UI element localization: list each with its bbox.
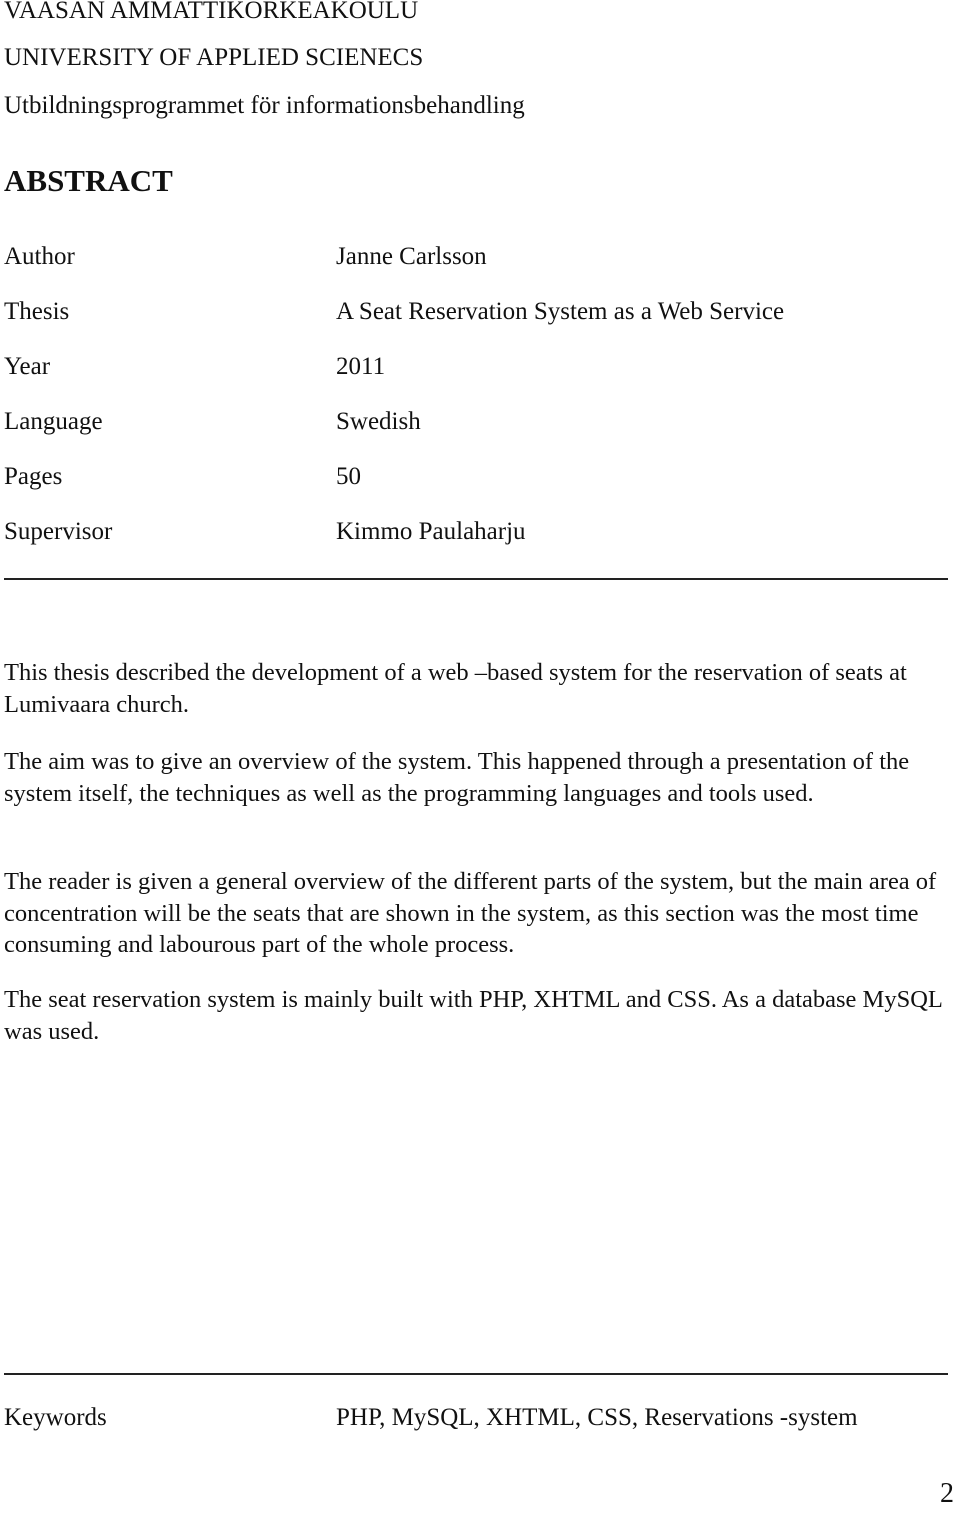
meta-value: Swedish [336,408,421,435]
divider-top [4,578,948,580]
abstract-title: ABSTRACT [4,163,173,198]
institution-name-english: UNIVERSITY OF APPLIED SCIENECS [4,44,424,71]
meta-label: Year [4,353,51,380]
meta-label: Thesis [4,298,70,325]
abstract-paragraph: The aim was to give an overview of the s… [4,748,910,807]
institution-name: VAASAN AMMATTIKORKEAKOULU [4,0,419,24]
meta-value: 2011 [336,353,386,380]
meta-value: Kimmo Paulaharju [336,518,526,545]
abstract-paragraph: This thesis described the development of… [4,659,907,718]
meta-label: Pages [4,463,63,490]
meta-label: Supervisor [4,518,113,545]
page-number: 2 [940,1478,954,1509]
meta-value: A Seat Reservation System as a Web Servi… [336,298,785,325]
meta-value: 50 [336,463,361,490]
meta-label: Author [4,243,75,270]
divider-bottom [4,1373,948,1375]
keywords-value: PHP, MySQL, XHTML, CSS, Reservations -sy… [336,1404,858,1431]
abstract-paragraph: The seat reservation system is mainly bu… [4,986,942,1045]
programme-name: Utbildningsprogrammet för informationsbe… [4,92,525,119]
meta-value: Janne Carlsson [336,243,487,270]
meta-label: Language [4,408,103,435]
abstract-paragraph: The reader is given a general overview o… [4,868,937,958]
keywords-label: Keywords [4,1404,107,1431]
